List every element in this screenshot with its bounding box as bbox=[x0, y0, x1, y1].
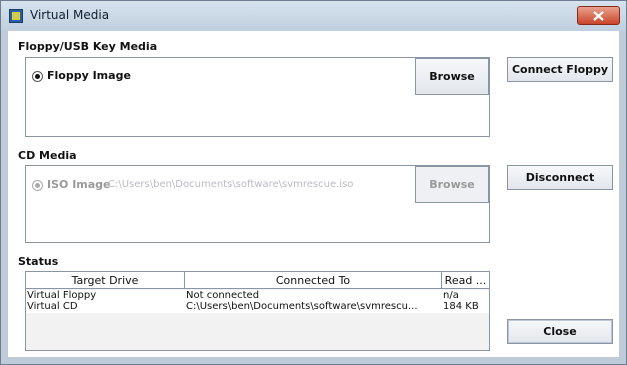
disconnect-button[interactable]: Disconnect bbox=[507, 165, 613, 190]
table-cell: Virtual CD bbox=[27, 301, 78, 312]
table-row[interactable]: Virtual CD C:\Users\ben\Documents\softwa… bbox=[26, 301, 489, 313]
floppy-image-label[interactable]: Floppy Image bbox=[47, 69, 131, 82]
cd-browse-button[interactable]: Browse bbox=[415, 166, 489, 203]
close-button[interactable]: Close bbox=[507, 319, 613, 344]
status-section-label: Status bbox=[18, 255, 59, 268]
close-icon bbox=[593, 11, 604, 21]
table-cell: Not connected bbox=[186, 290, 260, 301]
title-bar[interactable]: Virtual Media bbox=[1, 1, 626, 31]
table-empty-area bbox=[26, 313, 489, 350]
floppy-section-label: Floppy/USB Key Media bbox=[18, 40, 158, 53]
floppy-image-radio[interactable] bbox=[32, 71, 43, 82]
cd-panel: ISO Image C:\Users\ben\Documents\softwar… bbox=[25, 165, 490, 243]
virtual-media-app-icon bbox=[9, 9, 23, 23]
iso-path-text: C:\Users\ben\Documents\software\svmrescu… bbox=[108, 179, 354, 190]
table-cell: 184 KB bbox=[443, 301, 479, 312]
window-close-button[interactable] bbox=[577, 6, 620, 25]
iso-image-radio[interactable] bbox=[32, 180, 43, 191]
cd-section-label: CD Media bbox=[18, 149, 77, 162]
table-cell: n/a bbox=[443, 290, 459, 301]
window-title: Virtual Media bbox=[30, 8, 110, 22]
dialog-content: Floppy/USB Key Media Floppy Image Browse… bbox=[8, 31, 619, 357]
column-header-connected-to[interactable]: Connected To bbox=[185, 272, 442, 289]
iso-image-label[interactable]: ISO Image bbox=[47, 178, 111, 191]
floppy-panel: Floppy Image Browse bbox=[25, 57, 490, 137]
virtual-media-window: Virtual Media Floppy/USB Key Media Flopp… bbox=[0, 0, 627, 365]
connect-floppy-button[interactable]: Connect Floppy bbox=[507, 57, 613, 82]
table-cell: Virtual Floppy bbox=[27, 290, 97, 301]
table-cell: C:\Users\ben\Documents\software\svmrescu… bbox=[186, 301, 418, 312]
status-table: Target Drive Connected To Read ... Virtu… bbox=[25, 271, 490, 351]
column-header-read[interactable]: Read ... bbox=[442, 272, 489, 289]
column-header-target-drive[interactable]: Target Drive bbox=[26, 272, 185, 289]
floppy-browse-button[interactable]: Browse bbox=[415, 58, 489, 95]
